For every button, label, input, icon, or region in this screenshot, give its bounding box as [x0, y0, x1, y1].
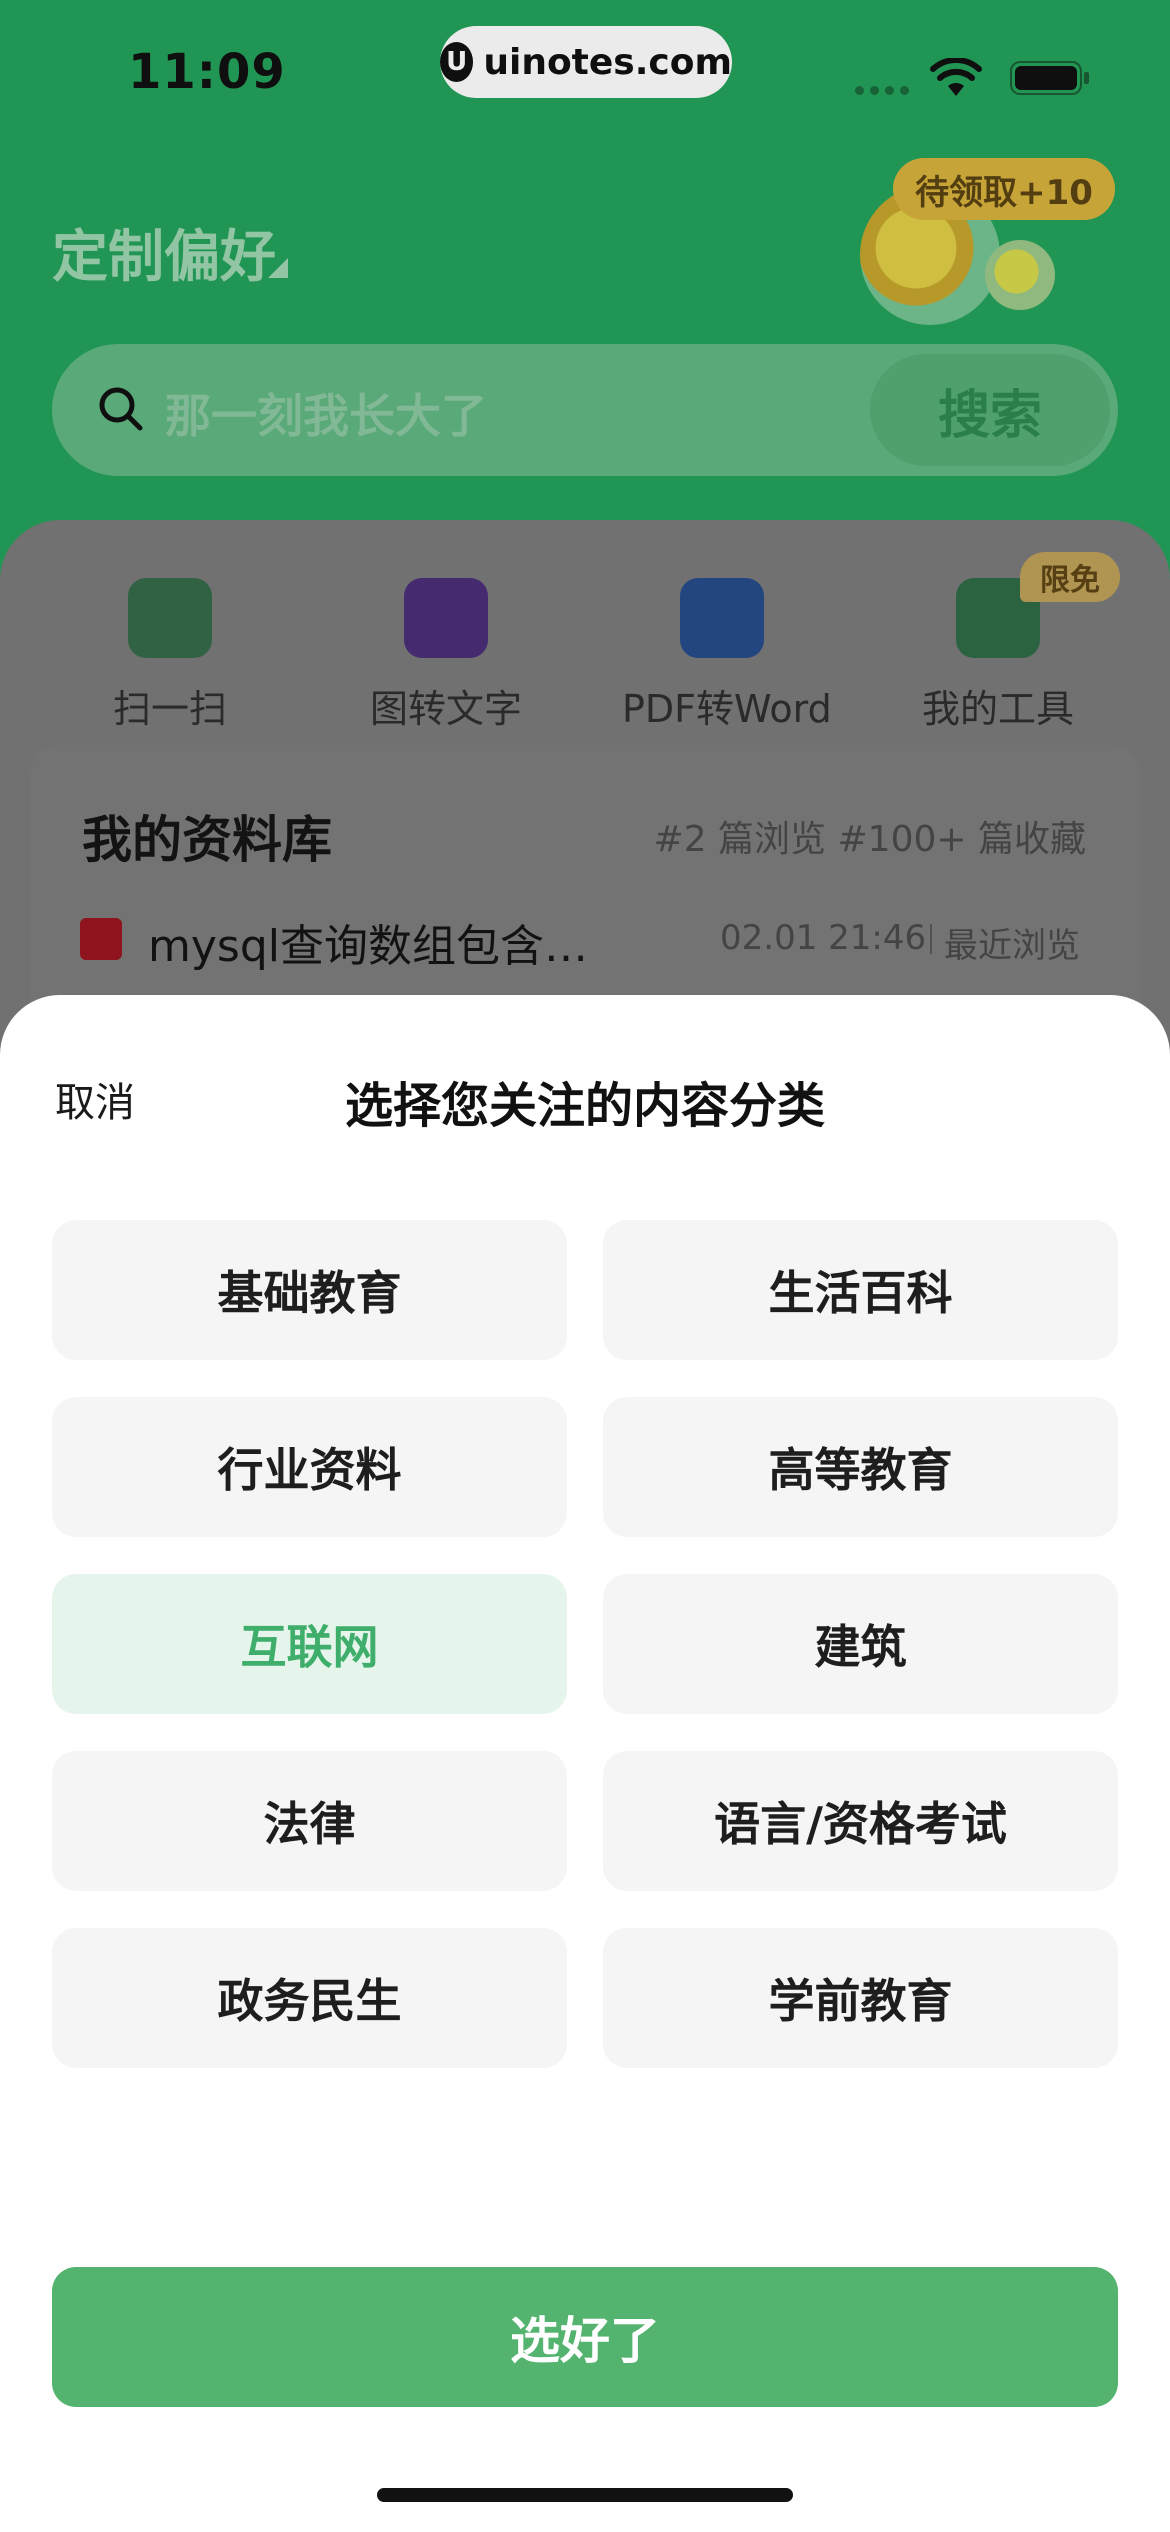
category-option[interactable]: 生活百科 — [603, 1220, 1118, 1360]
category-option[interactable]: 法律 — [52, 1751, 567, 1891]
category-option-selected[interactable]: 互联网 — [52, 1574, 567, 1714]
category-option[interactable]: 学前教育 — [603, 1928, 1118, 2068]
category-option[interactable]: 政务民生 — [52, 1928, 567, 2068]
category-option[interactable]: 行业资料 — [52, 1397, 567, 1537]
home-indicator[interactable] — [377, 2488, 793, 2502]
category-option[interactable]: 基础教育 — [52, 1220, 567, 1360]
category-option[interactable]: 语言/资格考试 — [603, 1751, 1118, 1891]
category-option[interactable]: 高等教育 — [603, 1397, 1118, 1537]
sheet-title: 选择您关注的内容分类 — [344, 1078, 825, 1134]
category-option[interactable]: 建筑 — [603, 1574, 1118, 1714]
confirm-button[interactable]: 选好了 — [52, 2267, 1118, 2407]
